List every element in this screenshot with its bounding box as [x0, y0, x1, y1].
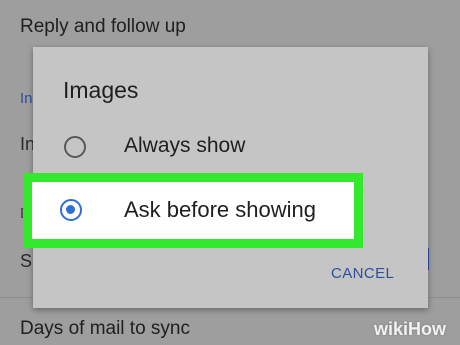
setting-reply-follow-up[interactable]: Reply and follow up	[20, 16, 186, 38]
radio-dot	[66, 205, 75, 214]
setting-fragment-1: In	[20, 90, 33, 107]
radio-unselected-icon[interactable]	[64, 136, 86, 158]
dialog-title: Images	[63, 77, 139, 103]
watermark-text: wikiHow	[374, 319, 447, 339]
cancel-button[interactable]: CANCEL	[331, 265, 394, 282]
option-label: Ask before showing	[124, 197, 316, 222]
setting-fragment-4: S	[20, 251, 33, 271]
radio-selected-icon[interactable]	[60, 199, 82, 221]
option-label: Always show	[124, 134, 246, 157]
setting-days-of-mail-to-sync[interactable]: Days of mail to sync	[20, 318, 190, 340]
option-ask-before-showing[interactable]: Ask before showing	[23, 173, 363, 248]
option-always-show[interactable]: Always show	[33, 121, 428, 173]
wikihow-watermark: wikiHow	[374, 319, 446, 340]
